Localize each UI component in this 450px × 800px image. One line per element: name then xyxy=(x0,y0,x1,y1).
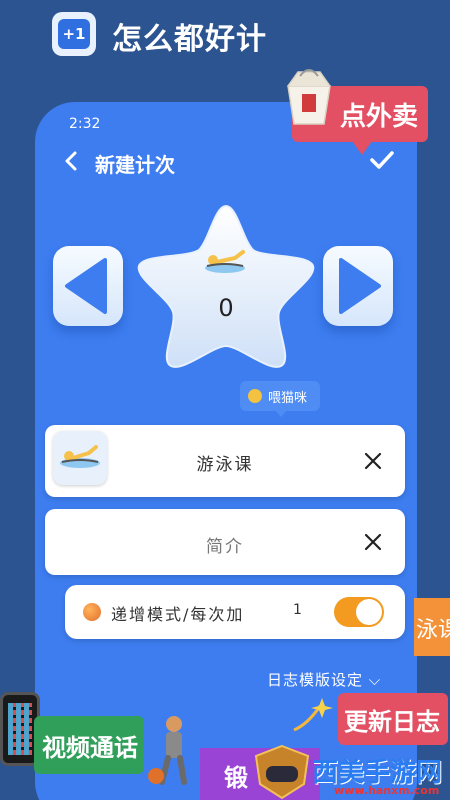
counter-value: 0 xyxy=(218,294,234,322)
app-header: +1 怎么都好计 xyxy=(0,0,450,80)
status-time: 2:32 xyxy=(69,116,101,132)
swim-class-promo-text: 泳课 xyxy=(416,618,450,643)
increment-mode-toggle[interactable] xyxy=(334,597,384,627)
clear-name-icon[interactable] xyxy=(363,451,383,471)
increment-step-value[interactable]: 1 xyxy=(293,602,302,618)
log-template-settings-link[interactable]: 日志模版设定 ⌵ xyxy=(267,669,381,690)
update-log-promo-text: 更新日志 xyxy=(344,708,440,736)
increment-mode-label: 递增模式/每次加 xyxy=(111,605,245,624)
watermark-url: www.hanxm.com xyxy=(334,784,440,797)
peach-icon xyxy=(83,603,101,621)
app-logo-text: +1 xyxy=(58,19,90,49)
increment-mode-row: 递增模式/每次加 1 xyxy=(65,585,405,639)
next-button[interactable] xyxy=(323,246,393,326)
video-call-promo: 视频通话 xyxy=(34,716,144,774)
takeout-promo-tail xyxy=(352,141,372,155)
cat-face-icon xyxy=(248,389,262,403)
counter-star[interactable] xyxy=(133,200,319,370)
swimmer-icon xyxy=(205,250,245,273)
video-call-promo-text: 视频通话 xyxy=(42,734,138,762)
triangle-right-icon xyxy=(339,258,381,314)
swim-class-promo: 泳课 xyxy=(414,598,450,656)
app-logo-icon: +1 xyxy=(52,12,96,56)
clear-intro-icon[interactable] xyxy=(363,532,383,552)
toggle-knob xyxy=(356,599,382,625)
tooltip-tail xyxy=(275,410,287,417)
name-value[interactable]: 游泳课 xyxy=(45,450,405,475)
name-field[interactable]: 游泳课 xyxy=(45,425,405,497)
update-log-promo: 更新日志 xyxy=(338,693,448,745)
tooltip-text: 喂猫咪 xyxy=(268,390,308,406)
site-watermark: 西美手游网 www.hanxm.com xyxy=(308,752,450,800)
takeout-box-icon xyxy=(287,69,331,125)
previous-button[interactable] xyxy=(53,246,123,326)
exercise-promo-text: 锻 xyxy=(224,764,248,792)
page-title: 新建计次 xyxy=(95,153,175,177)
triangle-left-icon xyxy=(65,258,107,314)
confirm-check-icon[interactable] xyxy=(369,148,395,172)
back-arrow-icon[interactable] xyxy=(61,150,83,172)
gamepad-shield-icon xyxy=(254,744,310,800)
basketball-player-icon xyxy=(148,716,187,785)
takeout-promo-text: 点外卖 xyxy=(340,102,419,132)
app-title: 怎么都好计 xyxy=(112,22,267,57)
sparkle-icon xyxy=(293,698,333,732)
suggestion-tooltip[interactable]: 喂猫咪 xyxy=(240,381,320,411)
intro-field[interactable]: 简介 xyxy=(45,509,405,575)
intro-placeholder[interactable]: 简介 xyxy=(45,532,405,557)
